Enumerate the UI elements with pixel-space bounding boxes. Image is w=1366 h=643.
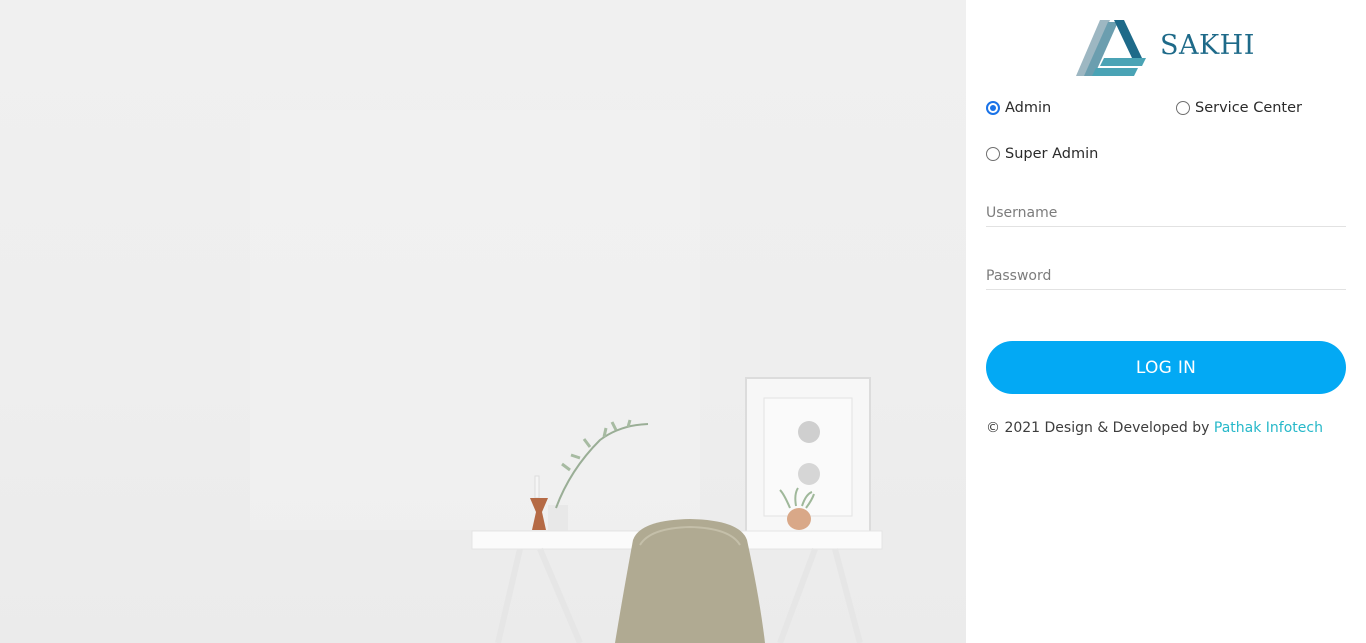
login-button[interactable]: LOG IN (986, 341, 1346, 394)
role-super-admin-radio[interactable] (986, 147, 1000, 161)
role-admin-radio[interactable] (986, 101, 1000, 115)
chair (615, 519, 765, 643)
username-field-wrapper (986, 189, 1346, 227)
password-field-wrapper (986, 252, 1346, 290)
role-admin-option[interactable]: Admin (986, 100, 1051, 116)
sakhi-logo-icon (1076, 20, 1146, 76)
login-page: SAKHI Admin Service Center Super Admin L… (0, 0, 1366, 643)
role-service-center-label: Service Center (1195, 100, 1303, 116)
role-service-center-radio[interactable] (1176, 101, 1190, 115)
developer-link[interactable]: Pathak Infotech (1214, 420, 1323, 436)
footer-credit: © 2021 Design & Developed by Pathak Info… (986, 420, 1323, 436)
workspace-illustration (250, 110, 883, 643)
brand-logo: SAKHI (1076, 18, 1256, 80)
role-super-admin-label: Super Admin (1005, 146, 1099, 162)
brand-name: SAKHI (1160, 30, 1255, 61)
role-admin-label: Admin (1005, 100, 1052, 116)
username-input[interactable] (986, 189, 1346, 226)
role-service-center-option[interactable]: Service Center (1176, 100, 1302, 116)
login-panel: SAKHI Admin Service Center Super Admin L… (966, 0, 1366, 643)
background-image (0, 0, 966, 643)
footer-credit-text: © 2021 Design & Developed by (986, 420, 1210, 436)
password-input[interactable] (986, 252, 1346, 289)
role-super-admin-option[interactable]: Super Admin (986, 146, 1098, 162)
